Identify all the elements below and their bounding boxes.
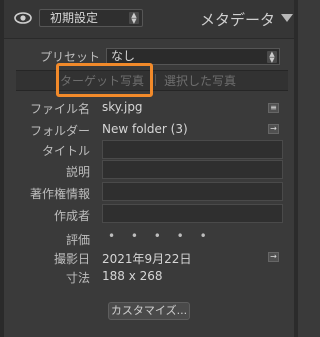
view-preset-select[interactable]: 初期設定 ▲ ▼	[39, 9, 143, 27]
folder-value: New folder (3)	[102, 122, 188, 136]
go-to-folder-icon[interactable]: →	[268, 124, 279, 134]
title-label: タイトル	[41, 144, 90, 158]
creator-label: 作成者	[53, 209, 90, 223]
view-preset-value: 初期設定	[50, 11, 99, 25]
customize-button[interactable]: カスタマイズ...	[108, 302, 190, 320]
rating-stars[interactable]: • • • • •	[108, 229, 213, 243]
capture-date-value: 2021年9月22日	[102, 252, 192, 266]
creator-field[interactable]	[102, 204, 283, 223]
filename-label: ファイル名	[29, 102, 90, 116]
go-to-date-icon[interactable]: →	[268, 252, 279, 262]
list-icon[interactable]: ≡	[268, 103, 279, 113]
copyright-label: 著作権情報	[29, 187, 90, 201]
caption-field[interactable]	[102, 160, 283, 179]
metadata-preset-value: なし	[111, 49, 136, 63]
tab-selected-photos[interactable]: 選択した写真	[164, 72, 236, 89]
caption-label: 説明	[65, 165, 90, 179]
panel-title: メタデータ	[200, 11, 276, 29]
highlight-box	[56, 63, 153, 97]
title-field[interactable]	[102, 140, 283, 159]
select-arrows-icon: ▲ ▼	[267, 51, 277, 64]
folder-label: フォルダー	[29, 124, 90, 138]
select-arrows-icon: ▲ ▼	[129, 12, 139, 25]
copyright-field[interactable]	[102, 182, 283, 201]
collapse-triangle-icon[interactable]	[281, 14, 293, 22]
dimensions-label: 寸法	[65, 271, 90, 285]
eye-icon[interactable]	[14, 11, 32, 25]
dimensions-value: 188 x 268	[102, 269, 163, 283]
capture-date-label: 撮影日	[53, 252, 90, 266]
right-edge	[294, 0, 298, 337]
filename-value[interactable]: sky.jpg	[102, 100, 143, 114]
tab-divider	[155, 74, 156, 86]
rating-label: 評価	[65, 233, 90, 247]
